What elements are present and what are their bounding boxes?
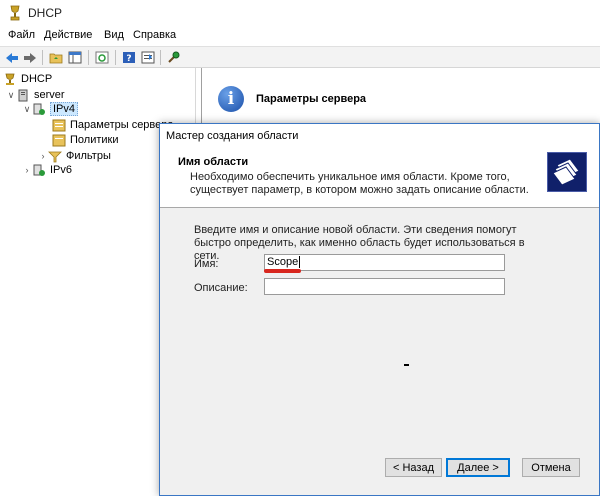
wizard-folder-icon [547,152,587,192]
tree-label-policies: Политики [70,134,119,146]
tree-item-dhcp[interactable]: DHCP [3,71,52,87]
text-caret [299,256,301,269]
scope-name-value: Scope [267,256,299,268]
toolbar-separator [115,50,116,65]
dialog-body: Введите имя и описание новой области. Эт… [160,208,599,486]
svg-text:?: ? [126,54,131,64]
tree-item-ipv4[interactable]: ∨ IPv4 [22,101,79,117]
menu-file[interactable]: Файл [8,29,35,41]
ipv4-icon [32,103,46,116]
chevron-down-icon[interactable]: ∨ [22,104,32,115]
menu-help[interactable]: Справка [133,29,176,41]
next-button[interactable]: Далее > [446,458,510,477]
name-label: Имя: [194,258,219,270]
dialog-title: Мастер создания области [166,130,299,142]
tree-label-filters: Фильтры [66,150,111,162]
dialog-titlebar[interactable]: Мастер создания области [160,124,599,148]
toolbar-separator [42,50,43,65]
window-titlebar: DHCP [0,0,600,26]
step-description: Необходимо обеспечить уникальное имя обл… [190,171,529,196]
scope-description-input[interactable] [264,278,505,295]
console-tree-icon[interactable] [66,49,84,66]
back-button[interactable]: < Назад [385,458,442,477]
tree-label-dhcp: DHCP [21,73,53,85]
dhcp-icon [3,73,17,86]
chevron-right-icon[interactable]: › [38,151,48,161]
refresh-icon[interactable] [93,49,111,66]
tree-label-ipv4: IPv4 [50,102,79,116]
chevron-right-icon[interactable]: › [22,165,32,175]
description-label: Описание: [194,282,248,294]
details-title: Параметры сервера [256,93,367,105]
toolbar: ? [0,46,600,68]
annotation-underline [264,269,301,273]
dhcp-app-icon [8,5,22,21]
cancel-button[interactable]: Отмена [522,458,580,477]
tree-label-server-options: Параметры сервера [70,119,174,131]
new-scope-wizard-dialog: Мастер создания области Имя области Необ… [159,123,600,496]
policies-icon [52,134,66,147]
menu-bar: Файл Действие Вид Справка [0,26,600,46]
server-icon [16,89,30,102]
back-icon[interactable] [3,49,21,66]
mouse-cursor-mark [404,364,409,366]
ipv6-icon [32,164,46,177]
window-title: DHCP [28,6,63,20]
forward-icon[interactable] [21,49,39,66]
server-options-icon [52,119,66,132]
tree-label-server: server [34,89,65,101]
dialog-header: Имя области Необходимо обеспечить уникал… [160,148,599,208]
info-icon: i [218,86,244,112]
toolbar-separator [160,50,161,65]
tree-label-ipv6: IPv6 [50,164,73,176]
tree-item-ipv6[interactable]: › IPv6 [22,162,72,178]
properties-icon[interactable] [139,49,157,66]
toolbar-separator [88,50,89,65]
options-icon[interactable] [165,49,183,66]
help-icon[interactable]: ? [120,49,138,66]
folder-up-icon[interactable] [47,49,65,66]
menu-view[interactable]: Вид [104,29,124,41]
tree-item-policies[interactable]: Политики [52,132,119,148]
tree-item-server-options[interactable]: Параметры сервера [52,117,174,133]
step-heading: Имя области [178,156,249,168]
chevron-down-icon[interactable]: ∨ [6,90,16,101]
menu-action[interactable]: Действие [44,29,92,41]
filters-icon [48,150,62,163]
